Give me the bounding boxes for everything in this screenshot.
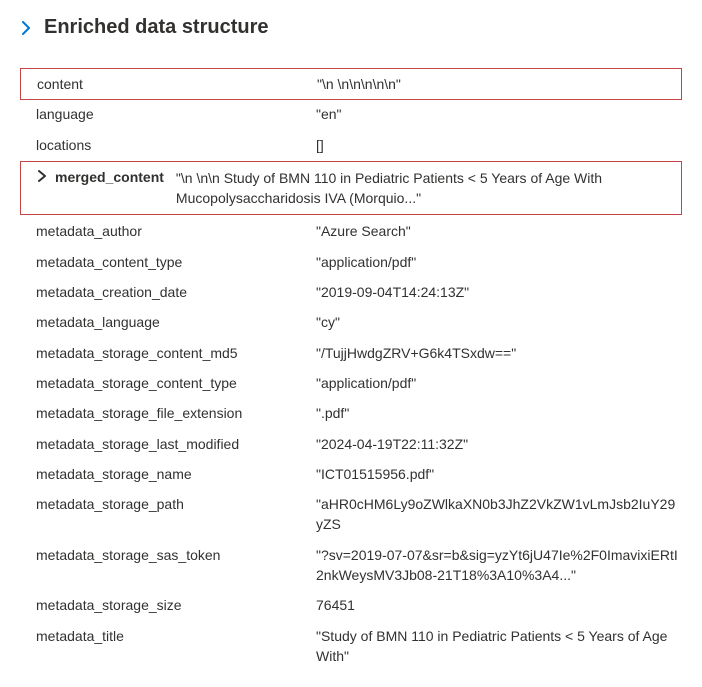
property-value: "ICT01515956.pdf" — [316, 464, 682, 484]
property-row: metadata_storage_size 76451 — [20, 590, 682, 620]
property-row: metadata_storage_content_type "applicati… — [20, 368, 682, 398]
property-key: metadata_storage_content_type — [36, 373, 316, 393]
property-value: "Study of BMN 110 in Pediatric Patients … — [316, 626, 682, 667]
property-row: metadata_title "Study of BMN 110 in Pedi… — [20, 621, 682, 672]
property-value: "/TujjHwdgZRV+G6k4TSxdw==" — [316, 343, 682, 363]
property-key: metadata_content_type — [36, 252, 316, 272]
property-row: metadata_content_type "application/pdf" — [20, 247, 682, 277]
property-value: "?sv=2019-07-07&sr=b&sig=yzYt6jU47Ie%2F0… — [316, 545, 682, 586]
property-list: content "\n \n\n\n\n\n" language "en" lo… — [20, 69, 682, 671]
property-key: content — [37, 74, 317, 94]
property-row: language "en" — [20, 99, 682, 129]
property-row: metadata_storage_name "ICT01515956.pdf" — [20, 459, 682, 489]
property-row: content "\n \n\n\n\n\n" — [20, 68, 682, 100]
property-key: metadata_creation_date — [36, 282, 316, 302]
property-value: "\n \n\n\n\n\n" — [317, 74, 681, 94]
property-value: 76451 — [316, 595, 682, 615]
property-key: metadata_storage_path — [36, 494, 316, 514]
property-key: metadata_title — [36, 626, 316, 646]
property-key: metadata_author — [36, 221, 316, 241]
property-key: metadata_language — [36, 312, 316, 332]
property-key: metadata_storage_size — [36, 595, 316, 615]
property-key: metadata_storage_content_md5 — [36, 343, 316, 363]
property-value: ".pdf" — [316, 403, 682, 423]
property-row: metadata_author "Azure Search" — [20, 216, 682, 246]
merged-content-row: merged_content "\n \n\n Study of BMN 110… — [20, 161, 682, 216]
property-row: metadata_storage_content_md5 "/TujjHwdgZ… — [20, 338, 682, 368]
property-value: "application/pdf" — [316, 252, 682, 272]
property-key: metadata_storage_last_modified — [36, 434, 316, 454]
property-value: "application/pdf" — [316, 373, 682, 393]
property-key: language — [36, 104, 316, 124]
property-row: metadata_storage_path "aHR0cHM6Ly9oZWlka… — [20, 489, 682, 540]
page-title: Enriched data structure — [44, 16, 269, 39]
property-row: metadata_storage_file_extension ".pdf" — [20, 398, 682, 428]
property-key: locations — [36, 135, 316, 155]
merged-content-value: "\n \n\n Study of BMN 110 in Pediatric P… — [176, 168, 677, 209]
chevron-right-icon[interactable] — [37, 170, 47, 182]
property-row: locations [] — [20, 130, 682, 160]
property-row: metadata_storage_sas_token "?sv=2019-07-… — [20, 540, 682, 591]
property-value: [] — [316, 135, 682, 155]
property-value: "cy" — [316, 312, 682, 332]
chevron-right-icon[interactable] — [20, 21, 32, 35]
property-key: metadata_storage_file_extension — [36, 403, 316, 423]
property-value: "aHR0cHM6Ly9oZWlkaXN0b3JhZ2VkZW1vLmJsb2I… — [316, 494, 682, 535]
property-value: "2024-04-19T22:11:32Z" — [316, 434, 682, 454]
property-value: "Azure Search" — [316, 221, 682, 241]
property-value: "2019-09-04T14:24:13Z" — [316, 282, 682, 302]
property-key: metadata_storage_name — [36, 464, 316, 484]
section-header: Enriched data structure — [20, 16, 682, 39]
merged-content-key: merged_content — [55, 168, 164, 185]
property-row: metadata_creation_date "2019-09-04T14:24… — [20, 277, 682, 307]
property-key: metadata_storage_sas_token — [36, 545, 316, 565]
property-row: metadata_language "cy" — [20, 307, 682, 337]
property-value: "en" — [316, 104, 682, 124]
property-row: metadata_storage_last_modified "2024-04-… — [20, 429, 682, 459]
